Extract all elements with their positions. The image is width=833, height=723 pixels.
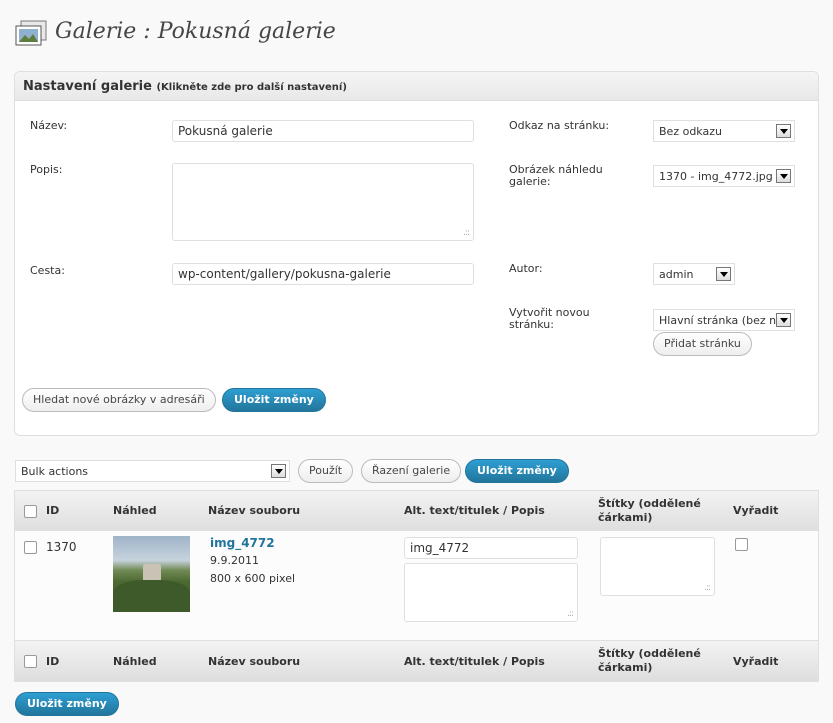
select-all-checkbox[interactable] [24,505,37,518]
resize-grip-icon[interactable]: .:: [463,228,470,238]
bulk-actions-value: Bulk actions [21,465,89,478]
gallery-name-input[interactable]: Pokusná galerie [172,120,474,142]
row-filename-link[interactable]: img_4772 [210,536,275,550]
page-link-select[interactable]: Bez odkazu [653,120,795,142]
exclude-checkbox[interactable] [735,538,748,551]
apply-button[interactable]: Použít [298,459,354,483]
chevron-down-icon[interactable] [776,169,791,183]
footer-column-filename[interactable]: Název souboru [208,655,300,669]
column-header-exclude: Vyřadit [733,504,779,517]
description-label: Popis: [30,163,63,176]
new-page-select[interactable]: Hlavní stránka (bez n [653,309,795,331]
chevron-down-icon[interactable] [776,313,791,327]
footer-column-alt: Alt. text/titulek / Popis [404,655,545,668]
image-thumbnail[interactable] [113,536,190,612]
preview-image-label: Obrázek náhledu galerie: [509,163,603,188]
footer-column-exclude: Vyřadit [733,655,779,668]
scan-folder-button[interactable]: Hledat nové obrázky v adresáři [22,388,216,412]
preview-image-value: 1370 - img_4772.jpg [659,170,773,183]
name-label: Název: [30,119,68,132]
resize-grip-icon[interactable]: .:: [704,583,711,593]
save-settings-button[interactable]: Uložit změny [222,388,326,412]
column-header-filename[interactable]: Název souboru [208,504,300,518]
author-value: admin [659,268,694,281]
tags-textarea[interactable]: .:: [600,537,715,596]
column-header-id[interactable]: ID [46,504,59,518]
row-checkbox[interactable] [24,541,37,554]
new-page-value: Hlavní stránka (bez n [659,314,777,327]
alt-text-input[interactable]: img_4772 [404,537,578,559]
footer-column-thumbnail: Náhled [113,655,157,668]
author-label: Autor: [509,262,543,275]
page-title: Galerie : Pokusná galerie [55,19,336,44]
gallery-path-input[interactable]: wp-content/gallery/pokusna-galerie [172,263,474,285]
path-label: Cesta: [30,264,65,277]
chevron-down-icon[interactable] [271,464,286,478]
footer-column-tags: Štítky (oddělené čárkami) [598,647,701,674]
settings-header[interactable]: Nastavení galerie (Klikněte zde pro dalš… [15,72,818,101]
column-header-alt: Alt. text/titulek / Popis [404,504,545,517]
page-link-label: Odkaz na stránku: [509,119,610,132]
page-link-value: Bez odkazu [659,125,722,138]
save-bottom-button[interactable]: Uložit změny [15,692,119,716]
column-header-tags: Štítky (oddělené čárkami) [598,497,701,524]
preview-image-select[interactable]: 1370 - img_4772.jpg [653,165,795,187]
resize-grip-icon[interactable]: .:: [567,609,574,619]
new-page-label: Vytvořit novou stránku: [509,306,590,331]
gallery-icon [15,20,47,46]
row-id: 1370 [46,540,77,554]
add-page-button[interactable]: Přidat stránku [653,332,752,356]
settings-header-title: Nastavení galerie [23,79,152,94]
row-date: 9.9.2011 [210,554,259,567]
chevron-down-icon[interactable] [716,267,731,281]
sort-gallery-button[interactable]: Řazení galerie [361,459,462,483]
settings-header-hint: (Klikněte zde pro další nastavení) [156,82,347,93]
author-select[interactable]: admin [653,263,735,285]
select-all-checkbox-footer[interactable] [24,655,37,668]
column-header-thumbnail: Náhled [113,504,157,517]
chevron-down-icon[interactable] [776,124,791,138]
save-images-button[interactable]: Uložit změny [465,459,569,483]
footer-column-id[interactable]: ID [46,655,59,669]
gallery-description-textarea[interactable]: .:: [172,163,474,241]
description-textarea[interactable]: .:: [404,563,578,622]
bulk-actions-select[interactable]: Bulk actions [15,460,290,482]
row-dimensions: 800 x 600 pixel [210,572,296,585]
